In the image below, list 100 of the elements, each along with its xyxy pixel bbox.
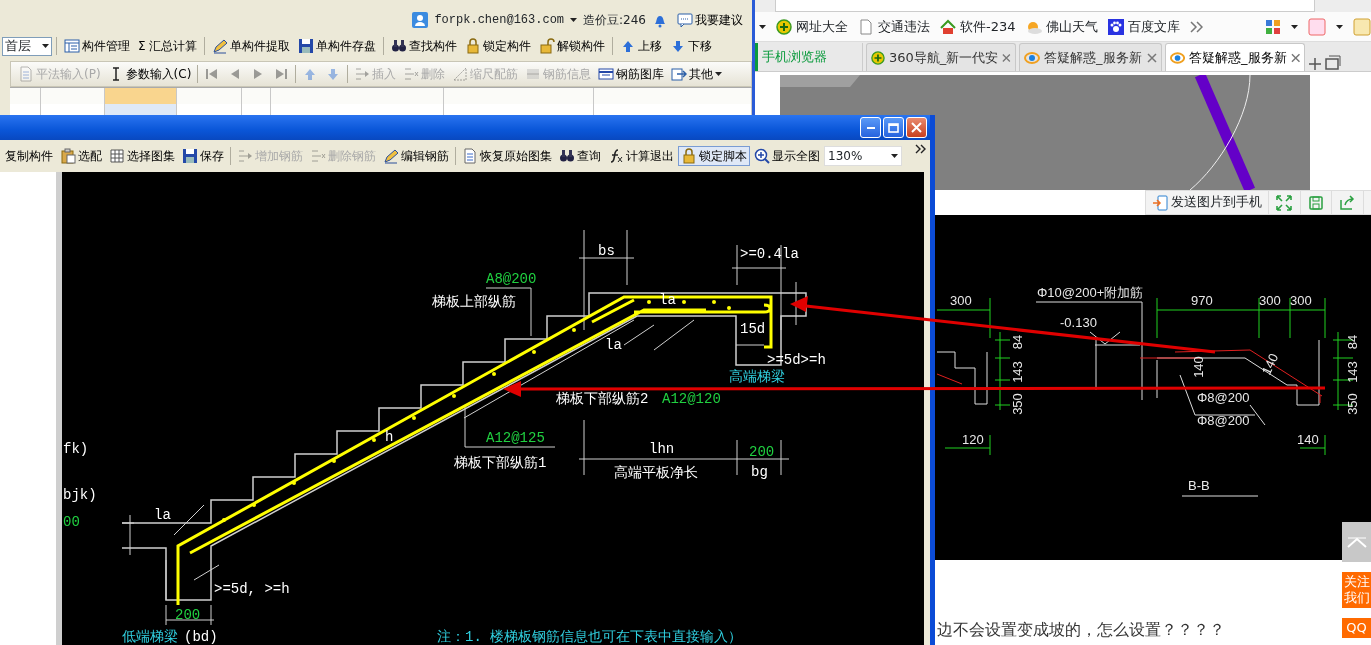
back-to-top-button[interactable] xyxy=(1342,522,1371,562)
caret-icon xyxy=(891,154,898,158)
table-header-cell[interactable] xyxy=(444,88,594,115)
drawing-label: 梯板上部纵筋 xyxy=(432,294,516,310)
toolbar-button[interactable]: 锁定构件 xyxy=(462,36,535,56)
caret-icon xyxy=(1291,24,1298,29)
drawing-label: >=0.4la xyxy=(740,246,799,262)
delete-icon xyxy=(310,148,326,164)
drawing-label: 970 xyxy=(1191,293,1213,308)
fullscreen-icon[interactable] xyxy=(1276,194,1293,211)
drawing-label: -0.130 xyxy=(1060,315,1097,330)
zoom-dropdown[interactable]: 130% xyxy=(824,146,902,166)
close-button[interactable] xyxy=(906,117,927,138)
table-header-cell[interactable] xyxy=(270,88,445,115)
bookmark-link[interactable]: 软件-234 xyxy=(940,16,1016,37)
drawing-label: >=5d, >=h xyxy=(214,581,290,597)
bookmark-link[interactable]: 交通违法 xyxy=(858,16,930,37)
lock-icon xyxy=(681,148,697,164)
toolbar-button[interactable]: 查找构件 xyxy=(388,36,461,56)
drawing-label: 低端梯梁 xyxy=(122,629,178,645)
drawing-label: fk) xyxy=(63,441,89,457)
save-icon[interactable] xyxy=(1307,194,1324,211)
library-icon xyxy=(598,66,615,82)
chevrons-icon[interactable] xyxy=(915,144,926,154)
toolbar-button[interactable]: 选择图集 xyxy=(106,146,178,166)
toolbar-button[interactable]: 下移 xyxy=(667,36,716,56)
apps-icon[interactable] xyxy=(1265,18,1281,35)
insert-icon xyxy=(354,66,371,82)
toolbar-button[interactable]: 锁定脚本 xyxy=(678,146,750,166)
table-header-cell[interactable] xyxy=(242,88,271,115)
drawing-label: 高端梯梁 xyxy=(729,369,785,385)
drawing-label: 注：1. 楼梯板钢筋信息也可在下表中直接输入） xyxy=(437,629,743,645)
toolbar-button[interactable]: 选配 xyxy=(57,146,105,166)
drawing-label: A12@120 xyxy=(662,391,721,407)
toolbar-button[interactable]: 保存 xyxy=(179,146,227,166)
page-icon xyxy=(858,18,874,35)
drawing-label: 200 xyxy=(749,444,775,460)
drawing-label: 84 xyxy=(1010,334,1025,350)
account-email[interactable]: forpk.chen@163.com xyxy=(434,11,565,29)
zoom-icon xyxy=(754,148,770,164)
insert-icon xyxy=(237,148,253,164)
bookmark-link[interactable]: 百度文库 xyxy=(1107,16,1180,37)
toolbar-button[interactable]: 单构件提取 xyxy=(209,36,294,56)
table-header-cell[interactable] xyxy=(40,88,106,115)
toolbar-button[interactable]: 查询 xyxy=(556,146,604,166)
bookmark-link[interactable]: 佛山天气 xyxy=(1025,16,1098,37)
restore-icon[interactable] xyxy=(1325,55,1341,71)
browser-tab[interactable]: 360导航_新一代安 xyxy=(866,43,1016,71)
formula-icon xyxy=(608,148,624,164)
maximize-button[interactable] xyxy=(883,117,904,138)
drawing-label: 143 xyxy=(1345,361,1360,383)
grid-icon xyxy=(109,148,125,164)
minimize-button[interactable] xyxy=(860,117,881,138)
drawing-label: 00 xyxy=(63,514,80,530)
plus-icon[interactable] xyxy=(1308,57,1322,71)
send-label: 发送图片到手机 xyxy=(1171,193,1262,212)
toolbar-button[interactable]: 钢筋图库 xyxy=(595,64,668,84)
toolbar-button[interactable]: 恢复原始图集 xyxy=(459,146,555,166)
toolbar-button[interactable]: 单构件存盘 xyxy=(295,36,380,56)
document-icon xyxy=(462,148,478,164)
tab-title: 答疑解惑_服务新 xyxy=(1044,48,1143,67)
unlock-icon xyxy=(539,38,556,54)
plus-circle-icon xyxy=(776,18,792,35)
browser-tab[interactable]: 答疑解惑_服务新 xyxy=(1019,43,1162,71)
toolbar-button[interactable]: 显示全图 xyxy=(751,146,823,166)
pencil-icon xyxy=(383,148,399,164)
browser-tab[interactable]: 答疑解惑_服务新 xyxy=(1165,43,1305,71)
save-icon xyxy=(298,38,315,54)
drawing-label: Φ8@200 xyxy=(1197,390,1250,405)
toolbar-button[interactable]: 构件管理 xyxy=(61,36,133,56)
close-icon[interactable] xyxy=(1002,52,1011,63)
toolbar-button[interactable]: 上移 xyxy=(617,36,666,56)
browser-icon xyxy=(1024,49,1040,66)
lock-icon xyxy=(465,38,482,54)
caret-icon xyxy=(715,72,723,76)
toolbar-button[interactable]: 计算退出 xyxy=(605,146,677,166)
floor-dropdown[interactable]: 首层 xyxy=(2,36,52,56)
caret-icon xyxy=(759,24,766,29)
table-header-cell[interactable] xyxy=(593,88,752,115)
toolbar-button[interactable]: Σ 汇总计算 xyxy=(135,36,201,56)
drawing-label: 梯板下部纵筋2 xyxy=(556,391,649,407)
toolbar-button[interactable]: 编辑钢筋 xyxy=(380,146,452,166)
toolbar-button[interactable]: 参数输入(C) xyxy=(104,64,195,84)
drawing-label: 300 xyxy=(1259,293,1281,308)
drawing-label: 300 xyxy=(1290,293,1312,308)
toolbar-button[interactable]: 其他 xyxy=(668,64,726,84)
share-icon[interactable] xyxy=(1339,194,1356,211)
drawing-label: 140 xyxy=(1191,356,1206,378)
bookmark-link[interactable]: 网址大全 xyxy=(776,16,848,37)
close-icon[interactable] xyxy=(1147,52,1157,63)
table-header-cell[interactable] xyxy=(177,88,243,115)
toolbar-button[interactable]: 解锁构件 xyxy=(536,36,609,56)
address-field[interactable] xyxy=(775,0,1315,12)
toolbar-button[interactable]: 复制构件 xyxy=(2,146,56,166)
table-header-cell[interactable] xyxy=(10,88,41,115)
drawing-label: 140 xyxy=(1258,351,1282,378)
drawing-label: Φ10@200+附加筋 xyxy=(1037,285,1144,300)
table-header-cell[interactable] xyxy=(105,88,178,115)
feedback-button[interactable]: 我要建议 xyxy=(674,10,746,30)
close-icon[interactable] xyxy=(1290,52,1300,63)
